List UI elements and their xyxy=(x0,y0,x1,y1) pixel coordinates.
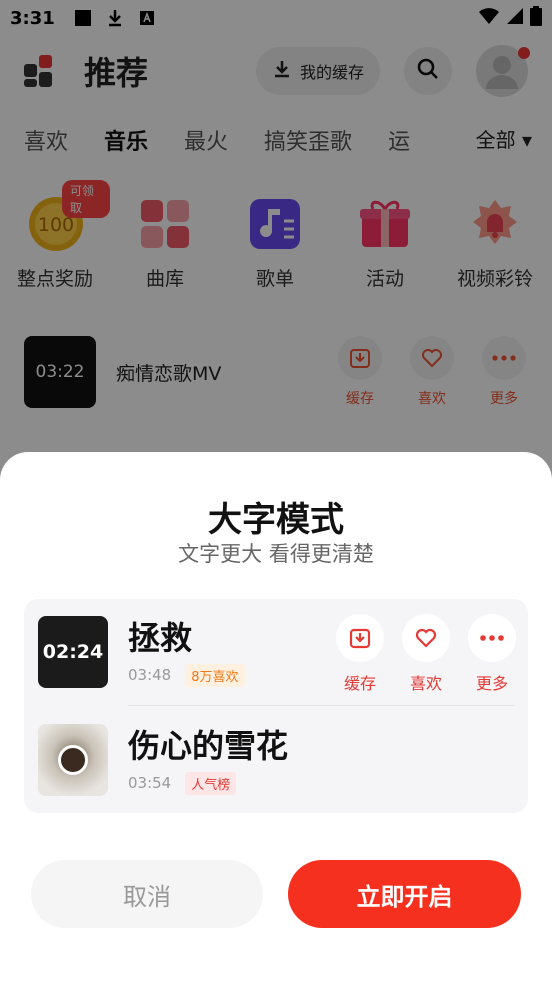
more-button: 更多 xyxy=(468,614,516,694)
song-duration: 03:54 xyxy=(128,774,172,792)
song-thumbnail xyxy=(38,724,108,796)
dialog-title: 大字模式 xyxy=(208,500,344,540)
song-thumbnail: 02:24 xyxy=(38,616,108,688)
cache-label: 缓存 xyxy=(343,674,376,693)
like-label: 喜欢 xyxy=(409,674,442,693)
list-item: 02:24 拯救 03:48 8万喜欢 缓存 喜欢 更多 xyxy=(38,614,516,693)
preview-card: 02:24 拯救 03:48 8万喜欢 缓存 喜欢 更多 伤心的雪花 03:54… xyxy=(24,599,528,813)
likes-tag: 8万喜欢 xyxy=(185,663,245,687)
song-title: 拯救 xyxy=(128,618,193,657)
more-label: 更多 xyxy=(475,674,508,693)
song-duration: 03:48 xyxy=(128,666,172,684)
large-font-dialog: 大字模式 文字更大 看得更清楚 02:24 拯救 03:48 8万喜欢 缓存 喜… xyxy=(0,452,552,981)
dialog-subtitle: 文字更大 看得更清楚 xyxy=(178,542,374,566)
download-icon xyxy=(336,614,384,662)
more-icon xyxy=(468,614,516,662)
divider xyxy=(128,705,514,706)
singer-photo xyxy=(58,745,88,775)
like-button: 喜欢 xyxy=(402,614,450,694)
heart-icon xyxy=(402,614,450,662)
song-title: 伤心的雪花 xyxy=(128,726,289,765)
chart-tag: 人气榜 xyxy=(185,771,237,795)
cancel-button[interactable]: 取消 xyxy=(31,860,263,928)
cache-button: 缓存 xyxy=(336,614,384,694)
enable-now-button[interactable]: 立即开启 xyxy=(288,860,521,928)
list-item: 伤心的雪花 03:54 人气榜 xyxy=(38,722,516,798)
